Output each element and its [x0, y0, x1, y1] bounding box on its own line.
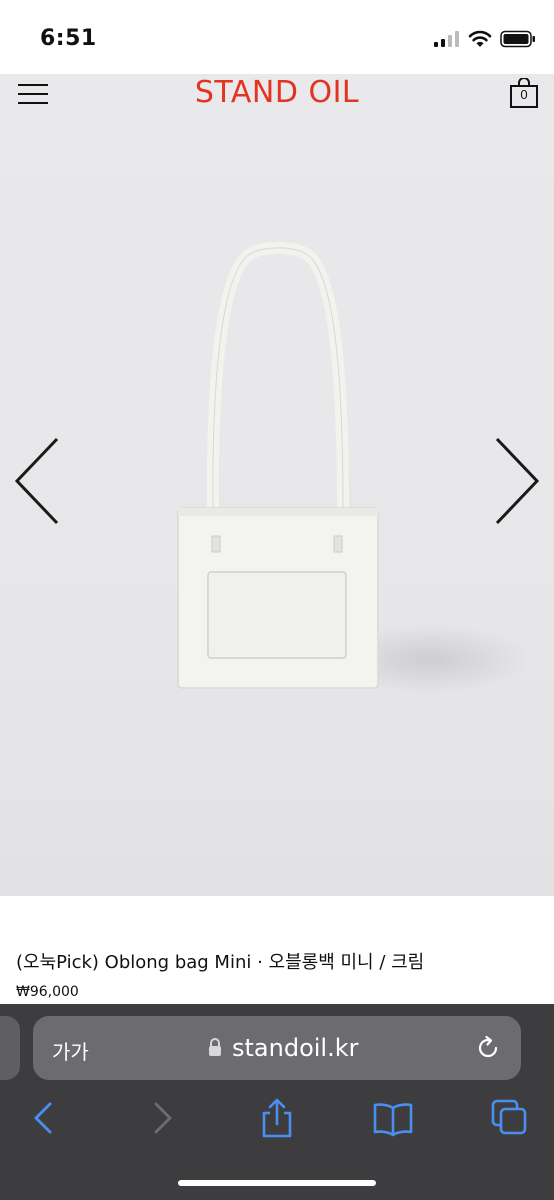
previous-image-arrow-icon[interactable]: [12, 436, 62, 526]
status-time: 6:51: [40, 26, 97, 51]
wifi-icon: [468, 30, 492, 47]
share-icon[interactable]: [255, 1096, 299, 1140]
bag-illustration: [177, 241, 379, 689]
reload-icon[interactable]: [474, 1034, 502, 1062]
url-text[interactable]: standoil.kr: [232, 1034, 358, 1062]
battery-icon: [500, 30, 535, 48]
product-title[interactable]: (오눅Pick) Oblong bag Mini · 오블롱백 미니 / 크림: [16, 948, 424, 974]
forward-icon[interactable]: [140, 1096, 184, 1140]
site-logo[interactable]: STAND OIL: [0, 74, 554, 112]
bookmarks-icon[interactable]: [371, 1096, 415, 1140]
product-price: ₩96,000: [16, 984, 79, 1000]
tabs-icon[interactable]: [488, 1096, 532, 1140]
previous-tab-pill[interactable]: [0, 1016, 20, 1080]
lock-icon: [209, 1038, 221, 1056]
cellular-signal-icon: [434, 31, 459, 47]
cart-count: 0: [520, 87, 528, 102]
reader-options-button[interactable]: 가가: [52, 1036, 89, 1065]
status-bar: 6:51: [0, 0, 554, 74]
product-image: [0, 74, 554, 896]
status-icons: [434, 28, 536, 50]
back-icon[interactable]: [22, 1096, 66, 1140]
next-image-arrow-icon[interactable]: [492, 436, 542, 526]
home-indicator: [178, 1180, 376, 1186]
